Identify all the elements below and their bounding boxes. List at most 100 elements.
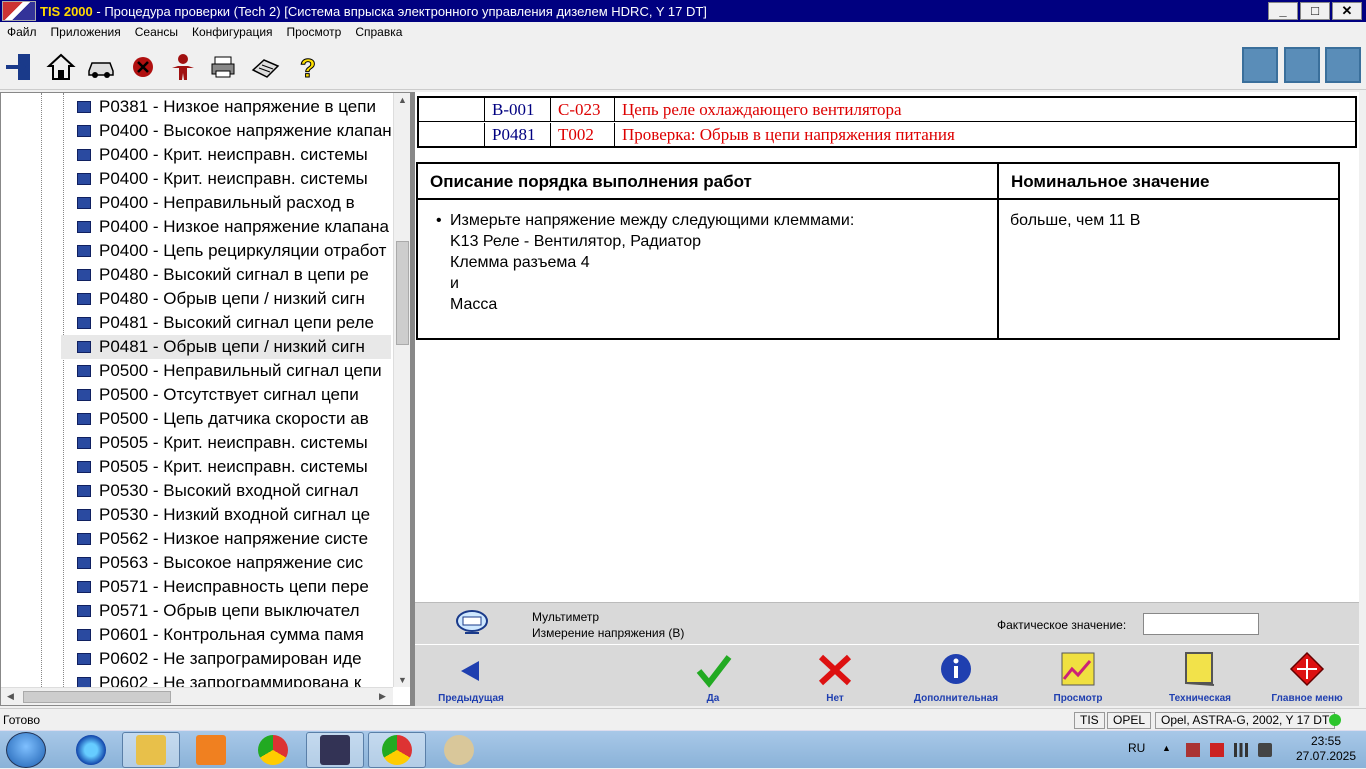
tree-item[interactable]: P0481 - Высокий сигнал цепи реле [61,311,391,335]
document-icon [1185,652,1215,686]
dtc-tree-panel: P0381 - Низкое напряжение в цепи P0400 - … [0,92,411,706]
volume-icon[interactable] [1258,743,1272,757]
tree-item[interactable]: P0562 - Низкое напряжение систе [61,527,391,551]
taskbar-chrome-1[interactable] [244,732,302,768]
tree-item-label: P0400 - Крит. неисправн. системы [99,145,368,164]
taskbar-media[interactable] [182,732,240,768]
document-icon [77,317,91,329]
tree-item[interactable]: P0480 - Обрыв цепи / низкий сигн [61,287,391,311]
tree-item[interactable]: P0505 - Крит. неисправн. системы [61,455,391,479]
scroll-thumb[interactable] [23,691,171,703]
menu-help[interactable]: Справка [348,25,409,39]
tree-item[interactable]: P0563 - Высокое напряжение сис [61,551,391,575]
taskbar-tis[interactable] [306,732,364,768]
clock[interactable]: 23:55 27.07.2025 [1294,734,1358,764]
stop-icon[interactable] [126,50,160,84]
vehicle-view-icon-3[interactable] [1325,47,1361,83]
tree-item[interactable]: P0381 - Низкое напряжение в цепи [61,95,391,119]
status-cell-vehicle: Opel, ASTRA-G, 2002, Y 17 DT [1155,712,1336,729]
instruction-line: Масса [450,296,498,313]
scroll-left-arrow-icon[interactable]: ◀ [7,691,14,702]
tree-item[interactable]: P0400 - Низкое напряжение клапана [61,215,391,239]
taskbar-paint[interactable] [430,732,488,768]
wiring-view-button[interactable]: Просмотр [1028,651,1128,707]
back-arrow-icon [461,661,479,681]
scroll-down-arrow-icon[interactable]: ▼ [398,675,407,685]
tree-item[interactable]: P0480 - Высокий сигнал в цепи ре [61,263,391,287]
menu-sessions[interactable]: Сеансы [128,25,185,39]
tree-item[interactable]: P0400 - Цепь рециркуляции отработ [61,239,391,263]
main-menu-icon [1289,651,1325,687]
document-icon [77,557,91,569]
user-icon[interactable] [166,50,200,84]
tree-item-label: P0480 - Обрыв цепи / низкий сигн [99,289,365,308]
tree-item[interactable]: P0571 - Неисправность цепи пере [61,575,391,599]
no-button[interactable]: Нет [785,651,885,707]
menu-file[interactable]: Файл [0,25,44,39]
network-icon[interactable] [1234,743,1248,757]
scroll-thumb[interactable] [396,241,409,345]
tree-item[interactable]: P0400 - Высокое напряжение клапана [61,119,391,143]
tray-expand-icon[interactable]: ▲ [1162,743,1176,757]
minimize-button[interactable]: _ [1268,2,1298,20]
action-bar: Предыдущая Да Нет Дополнительная Просмот… [415,644,1359,706]
chrome-icon [382,735,412,765]
instruction-line: K13 Реле - Вентилятор, Радиатор [450,233,702,250]
tree-item[interactable]: P0481 - Обрыв цепи / низкий сигн [61,335,391,359]
tree-vertical-scrollbar[interactable]: ▲ ▼ [393,93,410,687]
tree-item-label: P0505 - Крит. неисправн. системы [99,457,368,476]
additional-info-button[interactable]: Дополнительная [906,651,1006,707]
vehicle-icon[interactable] [84,50,118,84]
tree-item-label: P0400 - Низкое напряжение клапана [99,217,390,236]
window-title: TIS 2000 - Процедура проверки (Tech 2) [… [40,3,707,19]
tree-item[interactable]: P0500 - Цепь датчика скорости ав [61,407,391,431]
scroll-up-arrow-icon[interactable]: ▲ [398,95,407,105]
printer-icon[interactable] [206,50,240,84]
tree-item-label: P0563 - Высокое напряжение сис [99,553,364,572]
taskbar-explorer[interactable] [122,732,180,768]
exit-icon[interactable] [2,50,36,84]
tree-item-label: P0500 - Неправильный сигнал цепи [99,361,382,380]
language-indicator[interactable]: RU [1128,741,1145,755]
tray-flag-icon[interactable] [1186,743,1200,757]
menu-applications[interactable]: Приложения [44,25,128,39]
tree-item[interactable]: P0400 - Неправильный расход в [61,191,391,215]
tree-item[interactable]: P0505 - Крит. неисправн. системы [61,431,391,455]
taskbar-ie[interactable] [62,732,120,768]
tree-item[interactable]: P0601 - Контрольная сумма памя [61,623,391,647]
tray-security-icon[interactable] [1210,743,1224,757]
tree-item[interactable]: P0571 - Обрыв цепи выключател [61,599,391,623]
keyboard-icon[interactable] [248,50,282,84]
tree-item[interactable]: P0500 - Отсутствует сигнал цепи [61,383,391,407]
vehicle-view-icon-1[interactable] [1242,47,1278,83]
taskbar-chrome-2[interactable] [368,732,426,768]
scroll-right-arrow-icon[interactable]: ▶ [379,691,386,702]
start-button[interactable] [6,732,46,768]
close-window-button[interactable]: ✕ [1332,2,1362,20]
tree-item[interactable]: P0500 - Неправильный сигнал цепи [61,359,391,383]
tree-horizontal-scrollbar[interactable]: ◀ ▶ [1,687,393,705]
vehicle-view-icon-2[interactable] [1284,47,1320,83]
tree-item[interactable]: P0602 - Не запрограмирован иде [61,647,391,671]
main-menu-button[interactable]: Главное меню [1257,651,1357,707]
previous-button[interactable]: Предыдущая [421,651,521,707]
info-icon [941,654,971,684]
chrome-icon [258,735,288,765]
yes-button[interactable]: Да [663,651,763,707]
tree-item-label: P0480 - Высокий сигнал в цепи ре [99,265,369,284]
instruction-line: Измерьте напряжение между следующими кле… [450,212,855,229]
maximize-button[interactable]: □ [1300,2,1330,20]
document-icon [77,533,91,545]
tree-item[interactable]: P0400 - Крит. неисправн. системы [61,143,391,167]
tree-item[interactable]: P0530 - Низкий входной сигнал це [61,503,391,527]
tree-item[interactable]: P0530 - Высокий входной сигнал [61,479,391,503]
tree-item[interactable]: P0400 - Крит. неисправн. системы [61,167,391,191]
home-icon[interactable] [44,50,78,84]
actual-value-input[interactable] [1143,613,1259,635]
menu-view[interactable]: Просмотр [280,25,349,39]
menu-configuration[interactable]: Конфигурация [185,25,280,39]
instruction-text: • Измерьте напряжение между следующими к… [436,210,970,315]
technical-info-button[interactable]: Техническая [1150,651,1250,707]
help-icon[interactable]: ? [290,50,324,84]
toolbar: ? [0,42,1366,90]
